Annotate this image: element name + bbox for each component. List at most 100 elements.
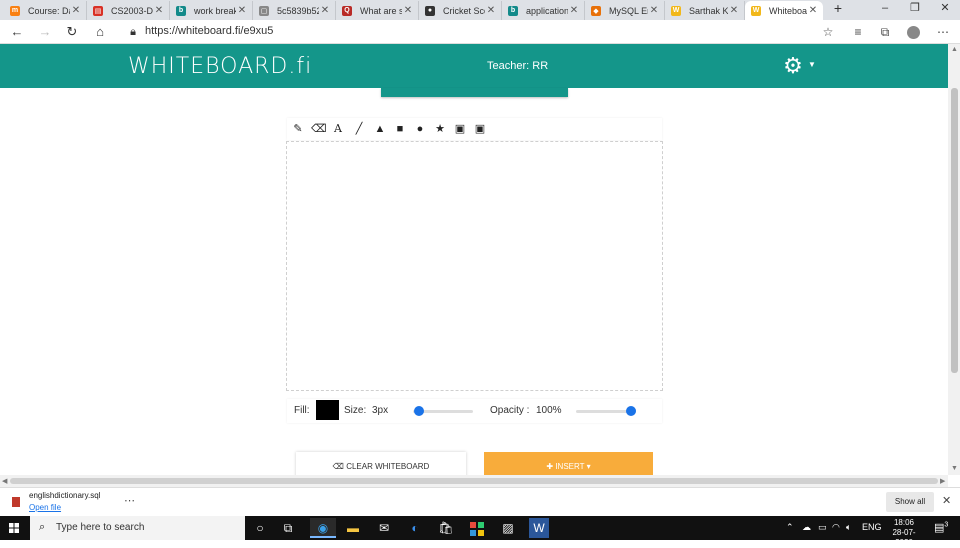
bing-icon: b bbox=[508, 5, 518, 16]
open-file-link[interactable]: Open file bbox=[29, 503, 61, 512]
line-icon[interactable]: ╱ bbox=[352, 122, 366, 136]
close-tab-icon[interactable]: ✕ bbox=[648, 5, 660, 16]
text-icon[interactable]: A bbox=[331, 122, 345, 136]
vertical-scroll-thumb[interactable] bbox=[951, 88, 958, 373]
chevron-up-icon[interactable]: ⌃ bbox=[786, 522, 794, 533]
header-tab-tab[interactable] bbox=[381, 88, 568, 97]
triangle-icon[interactable]: ▲ bbox=[373, 122, 387, 136]
language-indicator[interactable]: ENG bbox=[862, 522, 882, 532]
circle-icon[interactable]: ● bbox=[413, 122, 427, 136]
cortana-icon[interactable]: ○ bbox=[250, 518, 270, 538]
start-button[interactable] bbox=[0, 516, 28, 540]
image-alt-icon[interactable]: ▣ bbox=[473, 122, 487, 136]
insert-button[interactable]: ✚ INSERT ▾ bbox=[484, 452, 653, 475]
cloud-icon[interactable]: ☁ bbox=[802, 522, 811, 533]
whiteboard-logo[interactable]: WHITEBOARD.fi bbox=[128, 54, 312, 79]
browser-tab[interactable]: W Sarthak Kes ✕ bbox=[665, 1, 745, 20]
horizontal-scroll-thumb[interactable] bbox=[10, 478, 938, 484]
tab-title: What are so bbox=[360, 5, 402, 16]
browser-tab[interactable]: ◆ MySQL Engl ✕ bbox=[585, 1, 665, 20]
scroll-right-icon[interactable]: ▶ bbox=[940, 477, 945, 485]
home-icon[interactable]: ⌂ bbox=[91, 23, 109, 41]
show-all-button[interactable]: Show all bbox=[886, 492, 934, 512]
scroll-up-icon[interactable]: ▲ bbox=[951, 46, 958, 53]
document-icon: ▢ bbox=[259, 5, 269, 16]
fill-color-swatch[interactable] bbox=[316, 400, 339, 420]
scroll-left-icon[interactable]: ◀ bbox=[2, 477, 7, 485]
mail-icon[interactable]: ✉ bbox=[374, 518, 394, 538]
drawing-toolbar: ✎ ⌫ A ╱ ▲ ■ ● ★ ▣ ▣ bbox=[287, 118, 662, 140]
refresh-icon[interactable]: ↻ bbox=[63, 23, 81, 41]
store-icon[interactable]: 🛍︎ bbox=[436, 518, 456, 538]
close-tab-icon[interactable]: ✕ bbox=[70, 5, 82, 16]
tab-title: Course: Data bbox=[28, 5, 70, 16]
app-icon[interactable]: ◐ bbox=[405, 518, 425, 538]
profile-avatar[interactable] bbox=[905, 24, 921, 40]
close-icon[interactable]: ✕ bbox=[942, 494, 951, 507]
whiteboard-fav-icon: W bbox=[751, 5, 761, 16]
browser-tab[interactable]: Q What are so ✕ bbox=[336, 1, 419, 20]
size-slider-knob[interactable] bbox=[414, 406, 424, 416]
browser-tab[interactable]: m Course: Data ✕ bbox=[4, 1, 87, 20]
plus-icon: ✚ bbox=[546, 462, 556, 471]
close-tab-icon[interactable]: ✕ bbox=[807, 5, 819, 16]
browser-tab[interactable]: b application ✕ bbox=[502, 1, 585, 20]
close-tab-icon[interactable]: ✕ bbox=[236, 5, 248, 16]
battery-icon[interactable]: ▭ bbox=[818, 522, 827, 533]
back-arrow-icon[interactable]: ← bbox=[8, 23, 26, 41]
minimize-icon[interactable]: – bbox=[870, 0, 900, 20]
browser-tab[interactable]: ● Cricket Score ✕ bbox=[419, 1, 502, 20]
forward-arrow-icon[interactable]: → bbox=[36, 23, 54, 41]
clear-whiteboard-button[interactable]: ⌫ CLEAR WHITEBOARD bbox=[296, 452, 466, 475]
chevron-down-icon[interactable]: ▼ bbox=[808, 60, 816, 69]
restore-icon[interactable]: ❐ bbox=[900, 0, 930, 20]
photos-icon[interactable]: ▨ bbox=[498, 518, 518, 538]
wifi-icon[interactable]: ◠ bbox=[832, 522, 840, 533]
chevron-down-icon: ▾ bbox=[584, 462, 591, 471]
close-tab-icon[interactable]: ✕ bbox=[568, 5, 580, 16]
gear-icon[interactable]: ⚙ bbox=[782, 55, 804, 77]
square-icon[interactable]: ■ bbox=[393, 122, 407, 136]
file-explorer-icon[interactable]: ▬ bbox=[343, 518, 363, 538]
new-tab-button[interactable]: + bbox=[823, 0, 853, 20]
collections-icon[interactable]: ⧉ bbox=[877, 24, 893, 40]
browser-tab[interactable]: b work breakd ✕ bbox=[170, 1, 253, 20]
pencil-icon[interactable]: ✎ bbox=[291, 122, 305, 136]
word-icon[interactable]: W bbox=[529, 518, 549, 538]
image-icon[interactable]: ▣ bbox=[453, 122, 467, 136]
whiteboard-canvas[interactable] bbox=[286, 141, 663, 391]
lock-icon[interactable]: 🔒︎ bbox=[124, 23, 142, 41]
star-icon[interactable]: ★ bbox=[433, 122, 447, 136]
clock[interactable]: 18:06 28-07-2020 bbox=[884, 518, 924, 548]
favorite-star-icon[interactable]: ☆ bbox=[820, 24, 836, 40]
tab-title: CS2003-DS& bbox=[111, 5, 153, 16]
download-filename[interactable]: englishdictionary.sql bbox=[29, 491, 100, 500]
teacher-name: Teacher: RR bbox=[487, 60, 549, 72]
url-field[interactable]: https://whiteboard.fi/e9xu5 bbox=[145, 25, 273, 37]
more-menu-icon[interactable]: ⋯ bbox=[935, 24, 951, 40]
volume-icon[interactable]: 🔈︎ bbox=[846, 522, 851, 533]
close-tab-icon[interactable]: ✕ bbox=[319, 5, 331, 16]
close-tab-icon[interactable]: ✕ bbox=[728, 5, 740, 16]
moodle-icon: m bbox=[10, 5, 20, 16]
more-options-icon[interactable]: ⋯ bbox=[124, 494, 135, 507]
close-tab-icon[interactable]: ✕ bbox=[402, 5, 414, 16]
browser-tab-active[interactable]: W Whiteboard ✕ bbox=[745, 1, 823, 20]
page-viewport: WHITEBOARD.fi Teacher: RR ⚙ ▼ ✎ ⌫ A ╱ ▲ … bbox=[0, 44, 948, 475]
edge-browser-icon[interactable]: ◉ bbox=[310, 518, 336, 538]
size-label: Size: bbox=[344, 405, 367, 416]
close-tab-icon[interactable]: ✕ bbox=[153, 5, 165, 16]
favorites-list-icon[interactable]: ≡ bbox=[850, 24, 866, 40]
task-view-icon[interactable]: ⧉ bbox=[278, 518, 298, 538]
size-value: 3px bbox=[372, 405, 389, 416]
opacity-slider-knob[interactable] bbox=[626, 406, 636, 416]
office-app-icon[interactable] bbox=[467, 518, 487, 538]
close-tab-icon[interactable]: ✕ bbox=[485, 5, 497, 16]
browser-tab[interactable]: ▤ CS2003-DS& ✕ bbox=[87, 1, 170, 20]
close-window-icon[interactable]: ✕ bbox=[930, 0, 960, 20]
browser-tab[interactable]: ▢ 5c5839b522 ✕ bbox=[253, 1, 336, 20]
scroll-down-icon[interactable]: ▼ bbox=[951, 465, 958, 472]
notifications-icon[interactable]: ▤3 bbox=[934, 521, 948, 534]
eraser-icon[interactable]: ⌫ bbox=[311, 122, 327, 136]
taskbar-search-box[interactable]: ⌕ Type here to search bbox=[30, 516, 245, 540]
